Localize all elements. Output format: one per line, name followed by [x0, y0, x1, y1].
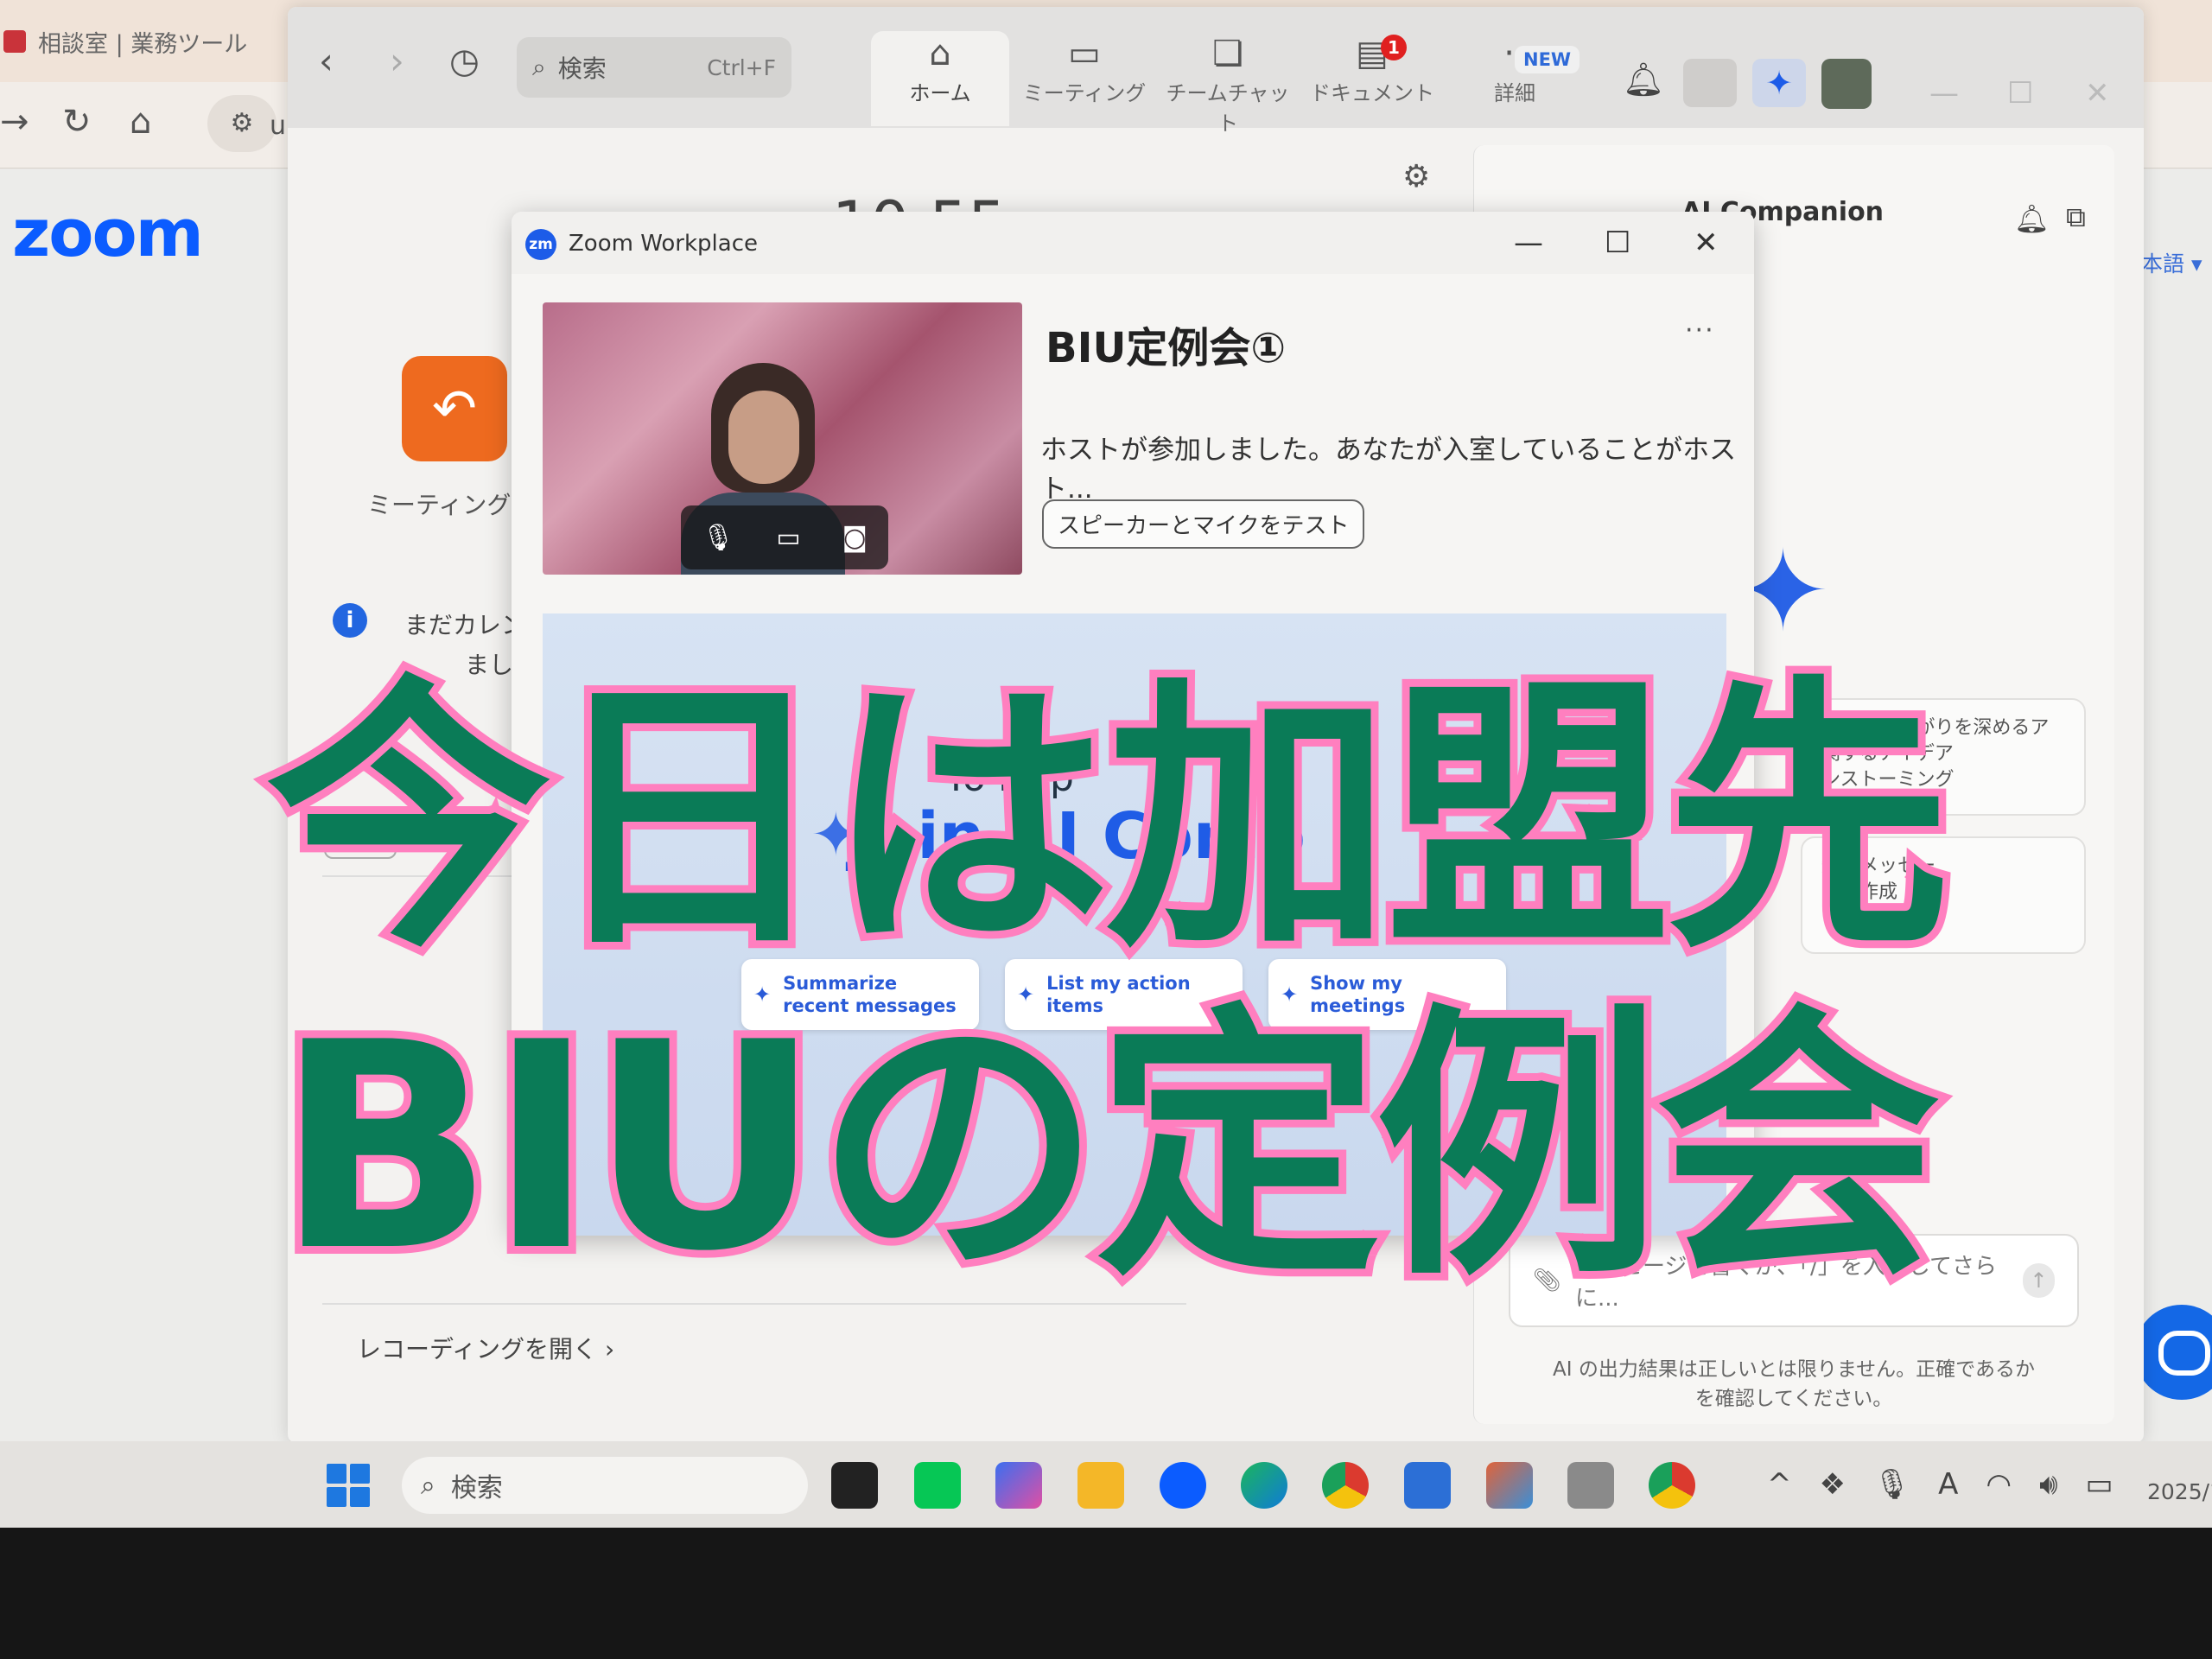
tab-home[interactable]: ⌂ ホーム [871, 31, 1009, 126]
gear-icon[interactable]: ⚙ [1402, 159, 1430, 194]
browser-tab-title: 相談室 | 業務ツール [38, 30, 248, 58]
zoom-app-icon[interactable] [1160, 1462, 1206, 1509]
tab-documents[interactable]: ▤ ドキュメント [1303, 31, 1441, 126]
wifi-icon[interactable]: ◠ [1986, 1467, 2012, 1502]
minimize-icon[interactable]: — [1929, 76, 1959, 111]
file-explorer-icon[interactable] [1077, 1462, 1124, 1509]
video-camera-icon: ▭ [1068, 34, 1101, 73]
reload-icon[interactable]: ↻ [62, 102, 92, 142]
bell-icon[interactable]: 🔔︎ [1623, 60, 1664, 99]
battery-icon[interactable]: ▭ [2086, 1467, 2113, 1502]
test-speaker-mic-button[interactable]: スピーカーとマイクをテスト [1042, 499, 1365, 549]
open-recordings-link[interactable]: レコーディングを開く › [357, 1331, 614, 1365]
minimize-icon[interactable]: — [1514, 226, 1543, 260]
document-notification-badge: 1 [1381, 35, 1407, 60]
ime-icon[interactable]: A [1938, 1467, 1958, 1502]
taskbar-search-input[interactable]: ⌕ 検索 [402, 1457, 808, 1514]
host-status-text: ホストが参加しました。あなたが入室していることがホスト... [1040, 435, 1737, 505]
tab-home-label: ホーム [909, 81, 971, 105]
virtual-background-icon[interactable]: ◙ [842, 523, 868, 553]
more-menu-icon[interactable]: ··· [1685, 315, 1715, 346]
site-settings-icon[interactable]: ⚙ [207, 95, 276, 152]
browser-tab[interactable]: 相談室 | 業務ツール [0, 14, 285, 69]
system-tray: ^ ❖ 🎙︎ A ◠ 🔊︎ ▭ [1767, 1467, 2113, 1502]
task-view-icon[interactable] [831, 1462, 878, 1509]
history-icon[interactable]: ◷ [449, 41, 480, 81]
microphone-icon[interactable]: 🎙︎ [1873, 1467, 1910, 1502]
zoom-logo: zoom [12, 194, 204, 271]
video-camera-icon[interactable]: ▭ [776, 523, 800, 553]
close-icon[interactable]: ✕ [1694, 226, 1719, 260]
search-placeholder: 検索 [557, 54, 607, 83]
video-controls: 🎙︎ ▭ ◙ [681, 505, 888, 569]
ai-companion-sparkle-icon[interactable]: ✦ [1752, 59, 1806, 107]
new-badge: NEW [1515, 46, 1580, 73]
tab-team-chat[interactable]: ❏ チームチャット [1159, 31, 1297, 136]
popout-icon[interactable]: ⧉ [2066, 200, 2086, 234]
document-icon: ▤ [1356, 34, 1389, 73]
chat-icon: ❏ [1212, 34, 1243, 73]
search-icon: ⌕ [532, 53, 546, 81]
avatar[interactable] [1821, 59, 1872, 109]
language-select[interactable]: 本語 ▾ [2141, 247, 2202, 278]
home-icon: ⌂ [929, 34, 951, 73]
search-icon: ⌕ [421, 1470, 435, 1501]
taskbar-search-placeholder: 検索 [450, 1473, 503, 1503]
forward-arrow-icon[interactable]: › [390, 40, 404, 82]
self-video-preview: 🎙︎ ▭ ◙ [543, 302, 1022, 575]
tab-meetings[interactable]: ▭ ミーティング [1015, 31, 1154, 126]
dropbox-icon[interactable]: ❖ [1820, 1467, 1846, 1502]
return-to-meeting-button[interactable]: ↶ [402, 356, 507, 461]
meeting-title: BIU定例会① [1046, 324, 1287, 372]
microphone-icon[interactable]: 🎙︎ [702, 523, 734, 553]
zoom-app-icon: zm [525, 229, 556, 260]
tab-more-label: 詳細 [1494, 81, 1535, 105]
chevron-up-icon[interactable]: ^ [1767, 1467, 1792, 1502]
line-app-icon[interactable] [914, 1462, 961, 1509]
maximize-icon[interactable]: ☐ [2007, 76, 2033, 111]
windows-start-icon[interactable] [327, 1464, 370, 1507]
search-shortcut: Ctrl+F [707, 54, 776, 80]
chrome-profile-icon[interactable] [1649, 1462, 1695, 1509]
tab-documents-label: ドキュメント [1310, 81, 1434, 105]
bell-icon[interactable]: 🔔︎ [2014, 202, 2050, 235]
chrome-icon[interactable] [1322, 1462, 1369, 1509]
windows-taskbar: ⌕ 検索 ^ ❖ 🎙︎ A ◠ 🔊︎ ▭ 2025/1 [0, 1441, 2212, 1528]
printer-app-icon[interactable] [1567, 1462, 1614, 1509]
edge-icon[interactable] [1241, 1462, 1287, 1509]
home-icon[interactable]: ⌂ [130, 102, 151, 142]
speaker-icon[interactable]: 🔊︎ [2039, 1467, 2057, 1502]
whiteboard-icon[interactable] [1683, 59, 1737, 107]
popup-window-title: Zoom Workplace [569, 231, 759, 257]
copilot-icon[interactable] [995, 1462, 1042, 1509]
tab-team-chat-label: チームチャット [1166, 81, 1290, 136]
taskbar-date: 2025/1 [2147, 1479, 2212, 1504]
tab-meetings-label: ミーティング [1022, 81, 1147, 105]
maximize-icon[interactable]: ☐ [1605, 226, 1630, 260]
laptop-bezel [0, 1528, 2212, 1659]
url-text[interactable]: u [270, 111, 286, 141]
paint-icon[interactable] [1486, 1462, 1533, 1509]
overlay-caption-line-2: BIUの定例会 [269, 974, 1948, 1321]
forward-arrow-icon[interactable]: → [0, 102, 29, 142]
zoom-search-input[interactable]: ⌕ 検索 Ctrl+F [517, 37, 791, 98]
return-arrow-icon: ↶ [432, 377, 477, 440]
close-icon[interactable]: ✕ [2085, 76, 2110, 111]
notepad-icon[interactable] [1404, 1462, 1451, 1509]
site-favicon-icon [3, 30, 26, 53]
back-arrow-icon[interactable]: ‹ [319, 40, 334, 82]
ai-disclaimer: AI の出力結果は正しいとは限りません。正確であるかを確認してください。 [1553, 1358, 2035, 1410]
